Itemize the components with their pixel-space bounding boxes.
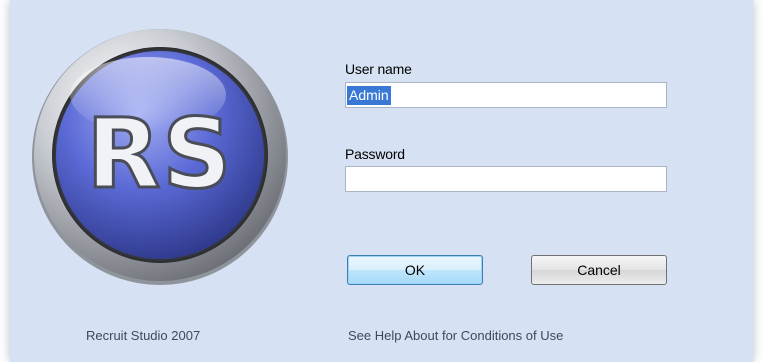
cancel-button[interactable]: Cancel bbox=[531, 255, 667, 285]
product-version-text: Recruit Studio 2007 bbox=[86, 328, 201, 343]
logo-text: RS bbox=[86, 98, 233, 210]
ok-button[interactable]: OK bbox=[347, 255, 483, 285]
password-input[interactable] bbox=[345, 166, 667, 192]
login-dialog: RS User name Admin Password OK Cancel Re… bbox=[10, 0, 753, 362]
conditions-notice-text: See Help About for Conditions of Use bbox=[348, 328, 564, 343]
password-label: Password bbox=[345, 146, 405, 162]
username-input[interactable] bbox=[345, 82, 667, 108]
username-selected-text: Admin bbox=[347, 86, 391, 105]
username-label: User name bbox=[345, 61, 412, 77]
rs-logo: RS bbox=[30, 25, 290, 285]
